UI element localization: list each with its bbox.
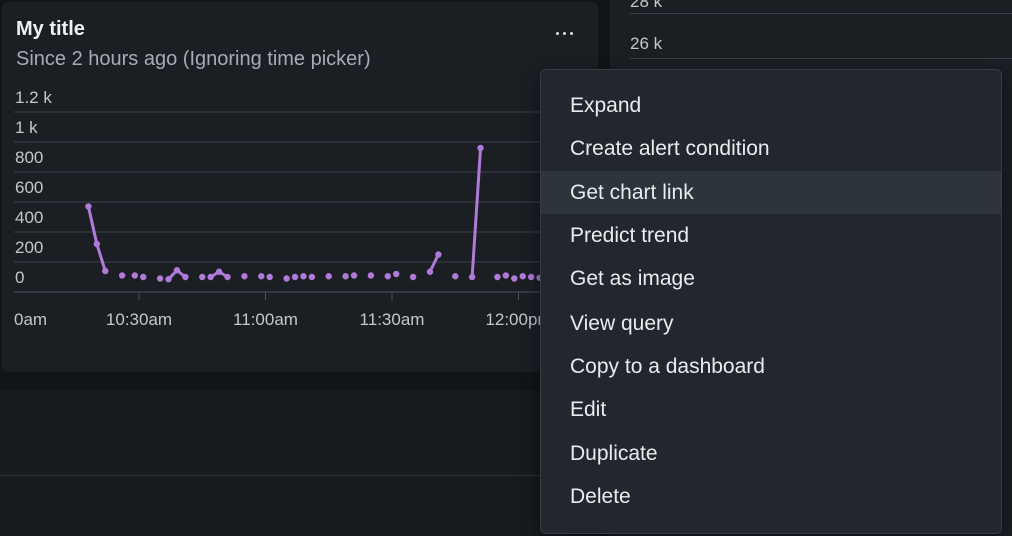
data-point	[477, 144, 484, 152]
data-point	[308, 273, 316, 281]
y-tick-label: 200	[15, 238, 43, 257]
right-gridline-26k	[630, 58, 1012, 59]
data-point	[519, 273, 526, 280]
data-point	[527, 273, 535, 281]
line-chart: 1.2 k 1 k 800 600 400 200 0 0am 10:30am 11:00am 11…	[14, 88, 600, 329]
data-point	[173, 267, 181, 274]
lower-divider	[0, 475, 600, 476]
data-point	[241, 273, 248, 280]
data-point	[102, 267, 109, 275]
data-point	[258, 273, 265, 280]
menu-item-get-chart-link[interactable]: Get chart link	[541, 171, 1001, 214]
data-point	[409, 273, 417, 281]
data-point	[224, 273, 231, 281]
data-point	[393, 270, 400, 278]
data-point	[350, 272, 358, 279]
data-point	[342, 273, 349, 280]
menu-item-predict-trend[interactable]: Predict trend	[541, 214, 1001, 257]
data-point	[165, 276, 172, 283]
menu-item-delete[interactable]: Delete	[541, 475, 1001, 518]
menu-item-copy-to-dashboard[interactable]: Copy to a dashboard	[541, 345, 1001, 388]
data-point	[452, 273, 459, 280]
series-segment	[95, 242, 107, 273]
menu-item-view-query[interactable]: View query	[541, 302, 1001, 345]
right-tick-26k: 26 k	[630, 34, 663, 53]
data-point	[85, 203, 92, 210]
data-point	[468, 273, 476, 281]
menu-item-expand[interactable]: Expand	[541, 84, 1001, 127]
data-point	[367, 272, 375, 279]
right-tick-top: 28 k	[630, 0, 663, 11]
data-point	[291, 273, 299, 281]
context-menu: Expand Create alert condition Get chart …	[540, 69, 1002, 534]
x-tick-label: 0am	[14, 310, 47, 329]
data-point	[140, 273, 147, 281]
data-point	[300, 273, 307, 280]
data-point	[215, 268, 223, 275]
data-point	[283, 275, 290, 282]
data-point	[93, 240, 101, 248]
data-point	[199, 273, 206, 281]
menu-item-get-as-image[interactable]: Get as image	[541, 257, 1001, 300]
data-point	[494, 273, 501, 281]
x-tick-label: 11:00am	[233, 310, 298, 329]
y-tick-label: 1 k	[15, 118, 38, 137]
menu-item-create-alert-condition[interactable]: Create alert condition	[541, 127, 1001, 170]
data-point	[384, 273, 391, 280]
y-tick-label: 1.2 k	[15, 88, 52, 107]
data-point	[426, 268, 434, 275]
data-point	[502, 272, 510, 279]
data-point	[156, 275, 164, 282]
data-point	[182, 273, 189, 281]
menu-item-duplicate[interactable]: Duplicate	[541, 432, 1001, 475]
data-point	[131, 272, 138, 279]
data-point	[511, 275, 518, 282]
x-tick-label: 11:30am	[360, 310, 425, 329]
y-tick-label: 800	[15, 148, 43, 167]
data-point	[118, 272, 126, 279]
series-segment	[470, 146, 483, 279]
data-point	[435, 251, 442, 258]
y-tick-label: 400	[15, 208, 43, 227]
y-tick-label: 0	[15, 268, 24, 287]
lower-panel	[0, 390, 600, 536]
x-tick-label: 10:30am	[106, 310, 172, 329]
data-point	[325, 273, 332, 280]
y-tick-label: 600	[15, 178, 43, 197]
right-gridline-top	[630, 13, 1012, 14]
data-point	[266, 273, 273, 281]
menu-item-edit[interactable]: Edit	[541, 388, 1001, 431]
series-segment	[86, 205, 99, 246]
data-point	[207, 273, 214, 281]
